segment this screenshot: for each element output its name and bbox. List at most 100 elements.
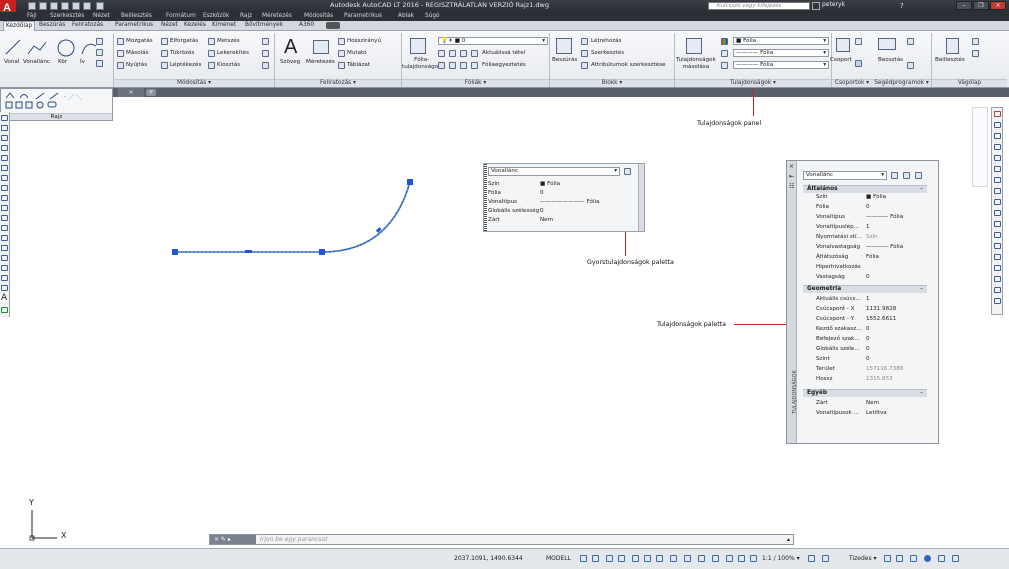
spline-tool-icon[interactable]: [1, 195, 8, 201]
user-name[interactable]: peteryk: [822, 1, 845, 8]
customization-icon[interactable]: [952, 555, 959, 562]
break-tool-icon[interactable]: [994, 232, 1001, 238]
polar-icon[interactable]: [618, 555, 625, 562]
add-selected-icon[interactable]: [1, 307, 8, 313]
isodraft-icon[interactable]: [632, 555, 639, 562]
color-dropdown[interactable]: ■ Fólia ▾: [733, 37, 829, 45]
mirror-icon[interactable]: [161, 50, 168, 57]
save-icon[interactable]: [50, 2, 58, 10]
layer-match-icon[interactable]: [438, 62, 445, 69]
erase-icon[interactable]: [262, 38, 269, 45]
scale-icon[interactable]: [161, 62, 168, 69]
command-input[interactable]: Írjon be egy parancsot: [260, 536, 328, 543]
command-line[interactable]: × ✎ ▸ Írjon be egy parancsot ▴: [209, 534, 794, 545]
table-button[interactable]: Táblázat: [347, 62, 370, 68]
blend-tool-icon[interactable]: [994, 276, 1001, 282]
dimension-icon[interactable]: [313, 40, 329, 54]
copy-button[interactable]: Másolás: [126, 50, 149, 56]
isolate-objects-icon[interactable]: [910, 555, 917, 562]
otrack-icon[interactable]: [644, 555, 651, 562]
line-button[interactable]: Vonal: [4, 59, 19, 65]
annotation-visibility-icon[interactable]: [726, 555, 733, 562]
region-tool-icon[interactable]: [1, 275, 8, 281]
paste-icon[interactable]: [946, 38, 959, 54]
layer-unlock-icon[interactable]: [460, 62, 467, 69]
table-icon[interactable]: [338, 62, 345, 69]
arc-button[interactable]: Ív: [80, 59, 85, 65]
annotation-scale[interactable]: 1:1 / 100% ▾: [762, 555, 800, 562]
scale-button[interactable]: Léptékezés: [170, 62, 201, 68]
open-icon[interactable]: [39, 2, 47, 10]
workspace-icon[interactable]: [808, 555, 815, 562]
create-block-icon[interactable]: [581, 38, 588, 45]
line-tool-icon[interactable]: [1, 115, 8, 121]
category-misc[interactable]: Egyéb –: [803, 389, 927, 397]
tab-insert[interactable]: Beszúrás: [39, 22, 65, 28]
layer-lock-icon[interactable]: [449, 62, 456, 69]
offset-tool-icon[interactable]: [994, 144, 1001, 150]
construction-line-icon[interactable]: [1, 125, 8, 131]
chamfer-tool-icon[interactable]: [994, 254, 1001, 260]
trim-icon[interactable]: [208, 38, 215, 45]
palette-type-dropdown[interactable]: Vonallánc ▾: [803, 171, 887, 180]
model-space-button[interactable]: MODELL: [546, 555, 571, 562]
gradient-icon[interactable]: [96, 60, 103, 67]
palette-settings-icon[interactable]: ☷: [789, 183, 794, 190]
make-block-icon[interactable]: [1, 235, 8, 241]
menu-modify[interactable]: Módosítás: [304, 13, 333, 19]
layer-off-icon[interactable]: [449, 50, 456, 57]
text-button[interactable]: Szöveg: [280, 59, 300, 65]
lineweight-dropdown[interactable]: ———— Fólia ▾: [733, 49, 829, 57]
tab-a360[interactable]: A360: [299, 22, 314, 28]
fillet-button[interactable]: Lekerekítés: [217, 50, 249, 56]
lineweight-toggle-icon[interactable]: [670, 555, 677, 562]
polygon-tool-icon[interactable]: [1, 145, 8, 151]
table-tool-icon[interactable]: [1, 285, 8, 291]
point-icon[interactable]: [907, 38, 914, 45]
quick-properties-toggle-icon[interactable]: [884, 555, 891, 562]
arc-tool-icon[interactable]: [1, 165, 8, 171]
quick-select-icon[interactable]: [915, 172, 922, 179]
drawing-polyline[interactable]: [160, 170, 430, 270]
navigation-bar[interactable]: [972, 107, 988, 187]
menu-view[interactable]: Nézet: [93, 13, 110, 19]
group-icon[interactable]: [836, 38, 850, 52]
qp-value-layer[interactable]: 0: [540, 190, 544, 196]
auto-scale-icon[interactable]: [738, 555, 745, 562]
tab-annotate[interactable]: Feliratozás: [72, 22, 103, 28]
move-tool-icon[interactable]: [994, 166, 1001, 172]
qp-value-color[interactable]: ■ Fólia: [540, 181, 560, 187]
move-icon[interactable]: [117, 38, 124, 45]
utilities-panel-title[interactable]: Segédprogramok ▾: [872, 79, 931, 87]
command-history-icon[interactable]: ▴: [787, 536, 790, 543]
ungroup-icon[interactable]: [855, 38, 862, 45]
menu-edit[interactable]: Szerkesztés: [50, 13, 84, 19]
ortho-icon[interactable]: [606, 555, 613, 562]
explode-tool-icon[interactable]: [994, 287, 1001, 293]
rectangle-icon[interactable]: [96, 38, 103, 45]
insert-block-icon[interactable]: [556, 38, 572, 54]
array-tool-icon[interactable]: [994, 155, 1001, 161]
mirror-button[interactable]: Tükrözés: [170, 50, 194, 56]
category-geometry[interactable]: Geometria –: [803, 285, 927, 293]
group-select-icon[interactable]: [855, 60, 862, 67]
edit-block-button[interactable]: Szerkesztés: [591, 50, 624, 56]
match-properties-icon[interactable]: [686, 38, 702, 54]
plot-icon[interactable]: [72, 2, 80, 10]
mtext-tool-icon[interactable]: A: [1, 293, 8, 303]
cut-icon[interactable]: [972, 38, 979, 45]
properties-panel-title[interactable]: Tulajdonságok ▾: [675, 79, 831, 87]
tab-manage[interactable]: Kezelés: [184, 22, 206, 28]
groups-panel-title[interactable]: Csoportok ▾: [832, 79, 872, 87]
polyline-tool-icon[interactable]: [1, 135, 8, 141]
layer-walk-icon[interactable]: [471, 62, 478, 69]
menu-draw[interactable]: Rajz: [240, 13, 252, 19]
redo-icon[interactable]: [96, 2, 104, 10]
palette-autohide-icon[interactable]: ⇤: [789, 173, 794, 180]
point-tool-icon[interactable]: [1, 245, 8, 251]
minimize-button[interactable]: –: [956, 1, 972, 10]
new-icon[interactable]: [28, 2, 36, 10]
layer-match-button[interactable]: Fóliaegyeztetés: [482, 62, 526, 68]
dimension-button[interactable]: Méretezés: [306, 59, 335, 65]
menu-help[interactable]: Súgó: [425, 13, 440, 19]
